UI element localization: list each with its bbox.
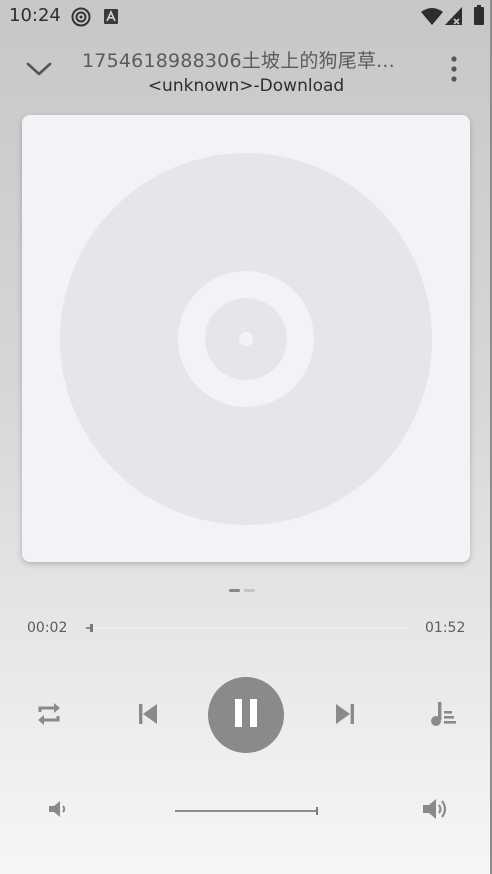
seek-thumb[interactable] xyxy=(90,624,93,632)
status-bar: 10:24 xyxy=(0,0,492,34)
volume-high-button[interactable] xyxy=(418,796,452,826)
status-time: 10:24 xyxy=(9,5,61,26)
queue-music-icon xyxy=(430,700,456,732)
more-options-button[interactable] xyxy=(440,54,468,88)
target-icon xyxy=(71,7,91,31)
album-art-card[interactable] xyxy=(22,115,470,562)
track-artist-album: <unknown>-Download xyxy=(147,76,345,96)
previous-button[interactable] xyxy=(131,699,165,733)
repeat-button[interactable] xyxy=(31,699,67,733)
more-vert-icon xyxy=(451,56,457,86)
pager-dot-active[interactable] xyxy=(229,589,240,592)
signal-icon xyxy=(445,7,462,29)
volume-slider[interactable] xyxy=(175,807,318,815)
skip-previous-icon xyxy=(136,702,160,730)
track-title: 1754618988306土坡上的狗尾草... xyxy=(82,50,395,72)
player-header: 1754618988306土坡上的狗尾草... <unknown>-Downlo… xyxy=(0,34,492,106)
playlist-button[interactable] xyxy=(425,699,461,733)
volume-high-icon xyxy=(421,796,449,826)
duration-time: 01:52 xyxy=(425,620,466,636)
collapse-button[interactable] xyxy=(22,56,56,86)
next-button[interactable] xyxy=(328,699,362,733)
volume-thumb[interactable] xyxy=(316,807,318,815)
pager-dot[interactable] xyxy=(244,589,255,592)
volume-low-icon xyxy=(47,798,69,824)
pause-icon xyxy=(233,698,259,732)
artwork-pager xyxy=(229,589,255,592)
repeat-icon xyxy=(35,701,63,731)
play-pause-button[interactable] xyxy=(208,677,284,753)
a-notification-icon xyxy=(104,9,118,28)
skip-next-icon xyxy=(333,702,357,730)
elapsed-time: 00:02 xyxy=(27,620,68,636)
volume-low-button[interactable] xyxy=(44,798,72,824)
battery-icon xyxy=(474,5,484,29)
seek-bar[interactable] xyxy=(86,624,408,632)
chevron-down-icon xyxy=(26,61,52,81)
wifi-icon xyxy=(421,8,443,29)
